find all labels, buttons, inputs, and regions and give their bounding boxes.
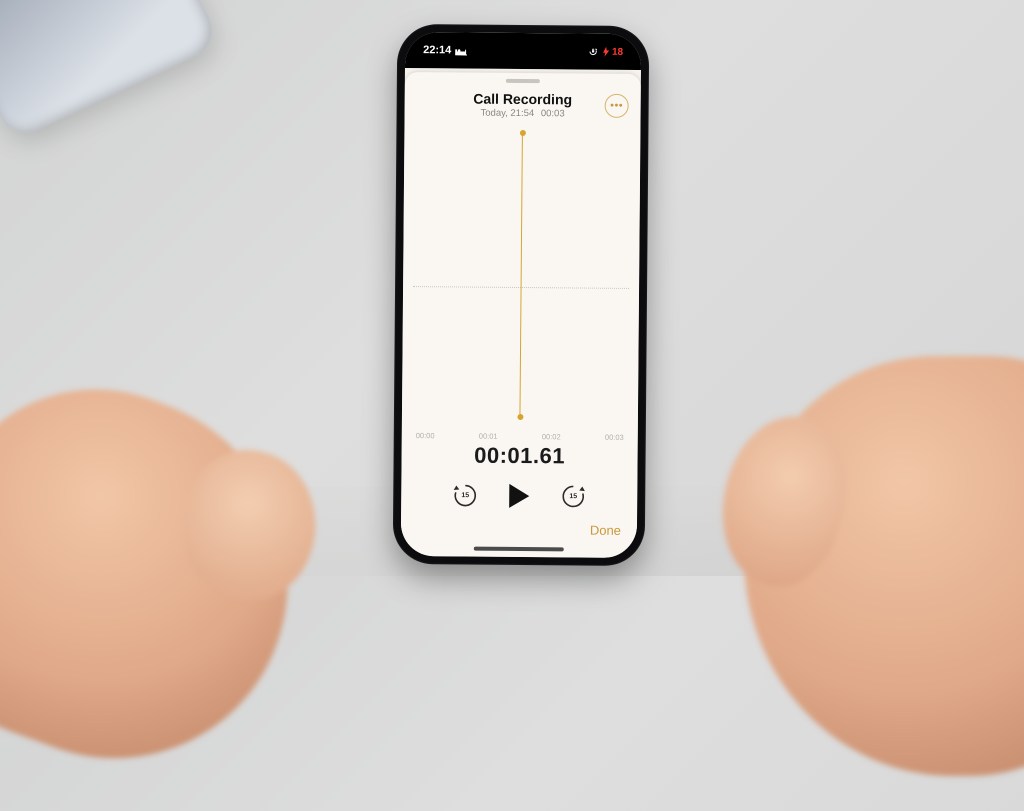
skip-back-label: 15: [461, 492, 469, 499]
hand-right: [744, 356, 1024, 776]
home-indicator[interactable]: [474, 547, 564, 552]
waveform[interactable]: 00:00 00:01 00:02 00:03: [412, 130, 631, 444]
screen: 22:14 18 Call Recording: [401, 32, 642, 558]
status-left: 22:14: [423, 44, 467, 56]
skip-back-15-button[interactable]: 15: [450, 480, 480, 510]
other-phone-prop: [0, 0, 221, 142]
tick-label: 00:03: [605, 433, 624, 442]
battery-indicator: 18: [602, 46, 623, 57]
done-row: Done: [401, 516, 637, 540]
sheet-grabber[interactable]: [506, 79, 540, 83]
rotation-lock-icon: [588, 47, 598, 57]
current-timecode: 00:01.61: [401, 442, 637, 470]
skip-fwd-label: 15: [569, 493, 577, 500]
recording-date: Today, 21:54: [480, 108, 534, 119]
more-options-button[interactable]: •••: [605, 94, 629, 118]
tick-label: 00:01: [479, 432, 498, 441]
skip-forward-15-button[interactable]: 15: [558, 481, 588, 511]
time-axis: 00:00 00:01 00:02 00:03: [412, 431, 628, 442]
tick-label: 00:02: [542, 432, 561, 441]
sheet-header: Call Recording Today, 21:54 00:03 •••: [404, 86, 640, 128]
done-button[interactable]: Done: [590, 523, 621, 538]
playhead[interactable]: [519, 133, 522, 417]
hand-left: [0, 345, 341, 806]
play-button[interactable]: [502, 479, 536, 513]
status-right: 18: [588, 46, 623, 57]
iphone-device: 22:14 18 Call Recording: [393, 24, 650, 566]
transport-controls: 15 15: [401, 478, 637, 514]
tick-label: 00:00: [416, 431, 435, 440]
recording-subtitle: Today, 21:54 00:03: [415, 107, 631, 120]
battery-pct: 18: [612, 46, 623, 57]
ellipsis-icon: •••: [610, 100, 623, 111]
recording-duration: 00:03: [541, 108, 565, 119]
recording-sheet: Call Recording Today, 21:54 00:03 ••• 00…: [401, 72, 641, 558]
recording-title: Call Recording: [415, 90, 631, 108]
clock-text: 22:14: [423, 44, 451, 56]
dynamic-island: [484, 40, 562, 63]
sleep-mode-icon: [455, 46, 467, 55]
